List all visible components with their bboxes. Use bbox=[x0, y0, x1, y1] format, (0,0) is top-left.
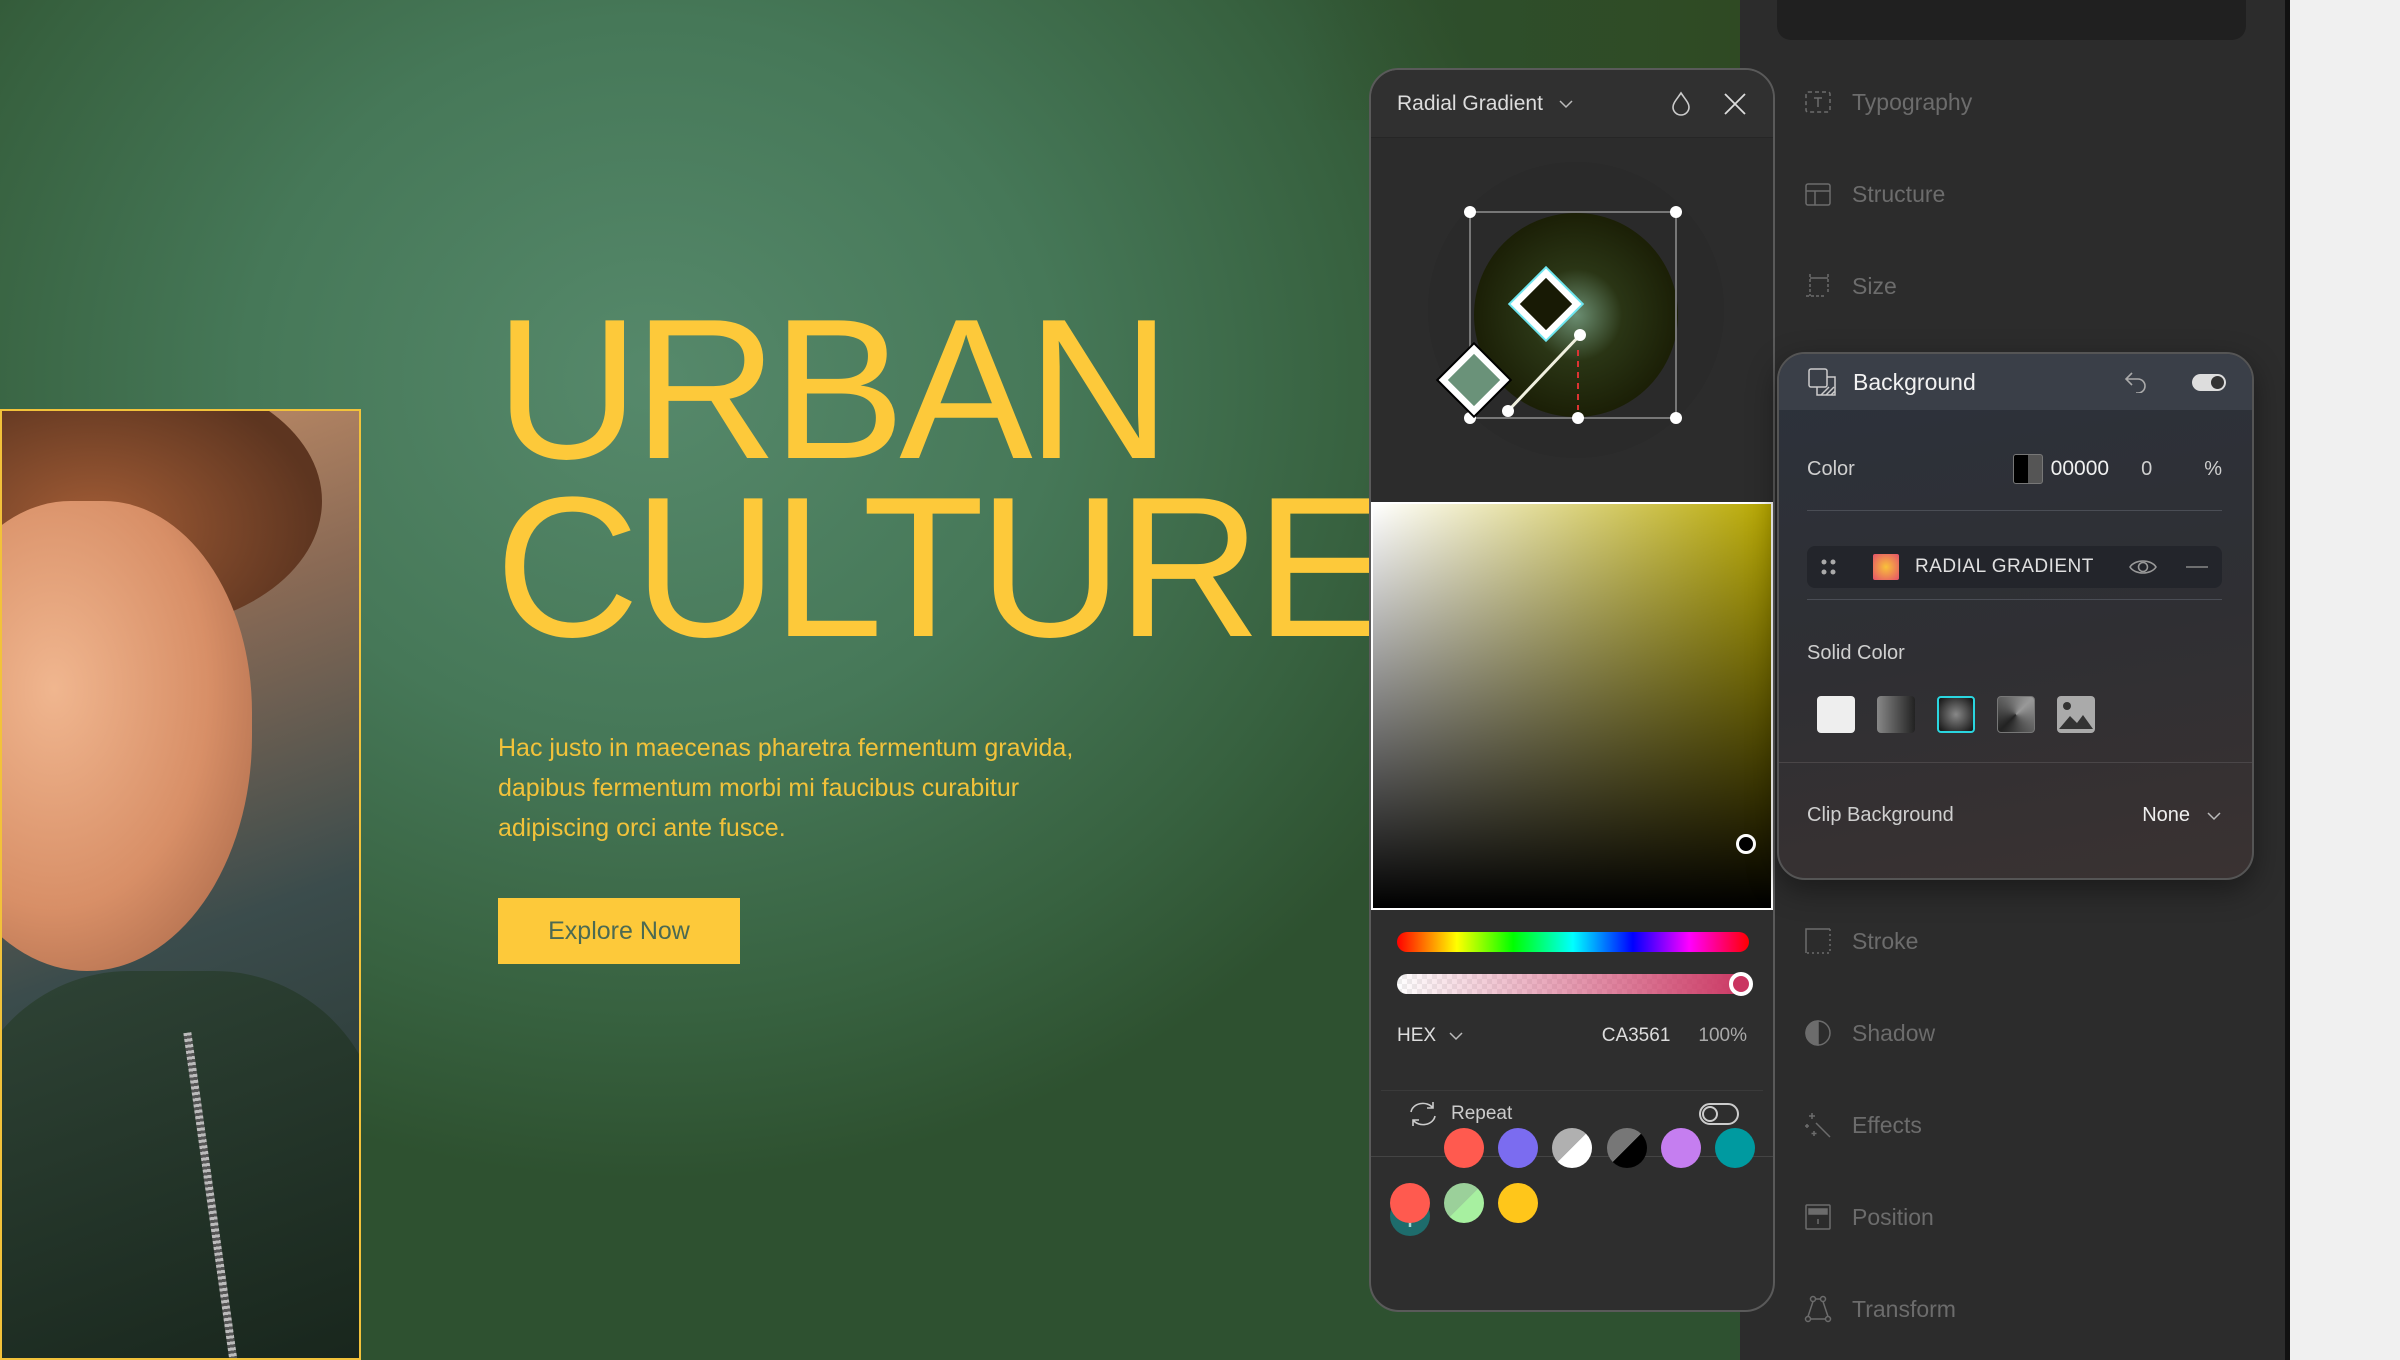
background-panel: Background Color 00000 0 % RADIAL GRADIE… bbox=[1777, 352, 2254, 880]
hero-title-line2: CULTURE bbox=[495, 456, 1389, 679]
image-icon bbox=[2059, 702, 2093, 729]
chevron-down-icon[interactable] bbox=[1557, 98, 1575, 110]
color-opacity-input[interactable]: 0 bbox=[2141, 458, 2152, 481]
divider bbox=[1381, 1090, 1763, 1091]
gradient-picker-panel: Radial Gradient HEX CA3561 100% Repeat bbox=[1369, 68, 1775, 1312]
sidebar-item-label: Effects bbox=[1852, 1111, 1922, 1138]
sidebar-item-label: Shadow bbox=[1852, 1019, 1936, 1046]
color-swatch[interactable] bbox=[1444, 1183, 1484, 1223]
color-swatch[interactable] bbox=[1498, 1128, 1538, 1168]
color-format-dropdown[interactable]: HEX bbox=[1397, 1025, 1436, 1047]
color-swatch[interactable] bbox=[1607, 1128, 1647, 1168]
position-icon bbox=[1805, 1204, 1831, 1230]
clip-background-dropdown[interactable]: None bbox=[2142, 804, 2190, 827]
fill-type-image[interactable] bbox=[2057, 696, 2095, 733]
sidebar-edge bbox=[2285, 0, 2290, 1360]
sidebar-item-stroke[interactable]: Stroke bbox=[1804, 927, 1918, 955]
solid-color-label: Solid Color bbox=[1807, 642, 1905, 664]
hero-paragraph: Hac justo in maecenas pharetra fermentum… bbox=[498, 734, 1074, 842]
saturation-knob[interactable] bbox=[1736, 834, 1756, 854]
sidebar-item-label: Typography bbox=[1852, 88, 1973, 115]
layer-label: RADIAL GRADIENT bbox=[1915, 556, 2094, 577]
fill-type-angular[interactable] bbox=[1997, 696, 2035, 733]
remove-icon[interactable] bbox=[2186, 565, 2208, 569]
background-layers-icon bbox=[1808, 368, 1836, 396]
color-swatch[interactable] bbox=[2012, 454, 2043, 484]
chevron-down-icon[interactable] bbox=[1448, 1031, 1464, 1041]
color-swatch[interactable] bbox=[1661, 1128, 1701, 1168]
eye-icon[interactable] bbox=[2128, 557, 2158, 577]
color-label: Color bbox=[1807, 457, 1855, 480]
sidebar-item-position[interactable]: Position bbox=[1804, 1203, 1934, 1231]
gradient-layer-row[interactable]: RADIAL GRADIENT bbox=[1807, 546, 2222, 588]
sidebar-item-label: Structure bbox=[1852, 180, 1946, 207]
drag-handle-icon[interactable] bbox=[1821, 559, 1837, 575]
gradient-type-dropdown[interactable]: Radial Gradient bbox=[1397, 92, 1543, 116]
portrait-image[interactable] bbox=[0, 409, 361, 1360]
clip-background-label: Clip Background bbox=[1807, 804, 1954, 826]
color-swatch[interactable] bbox=[1444, 1128, 1484, 1168]
divider bbox=[1807, 599, 2222, 600]
undo-icon[interactable] bbox=[2124, 371, 2148, 393]
explore-now-button[interactable]: Explore Now bbox=[498, 898, 740, 964]
structure-icon bbox=[1805, 183, 1831, 206]
shadow-icon bbox=[1805, 1020, 1831, 1046]
panel-title: Background bbox=[1853, 368, 1976, 395]
transform-icon bbox=[1804, 1295, 1832, 1323]
gradient-preview-editor[interactable] bbox=[1371, 138, 1773, 502]
opacity-input[interactable]: 100% bbox=[1698, 1025, 1747, 1047]
color-swatch[interactable] bbox=[1498, 1183, 1538, 1223]
background-enabled-toggle[interactable] bbox=[2192, 373, 2226, 391]
saturation-brightness-picker[interactable] bbox=[1371, 502, 1773, 910]
size-icon bbox=[1806, 274, 1829, 297]
color-swatch[interactable] bbox=[1552, 1128, 1592, 1168]
close-icon[interactable] bbox=[1723, 92, 1747, 116]
magic-wand-icon bbox=[1805, 1113, 1831, 1138]
fill-type-radial[interactable] bbox=[1937, 696, 1975, 733]
fill-type-solid[interactable] bbox=[1817, 696, 1855, 733]
percent-sign: % bbox=[2204, 457, 2222, 480]
color-swatch[interactable] bbox=[1715, 1128, 1755, 1168]
divider bbox=[1779, 762, 2252, 763]
sidebar-item-size[interactable]: Size bbox=[1804, 272, 1897, 300]
alpha-slider-handle[interactable] bbox=[1729, 972, 1753, 996]
alpha-slider[interactable] bbox=[1397, 972, 1753, 996]
sidebar-item-label: Transform bbox=[1852, 1295, 1956, 1322]
repeat-label: Repeat bbox=[1451, 1103, 1513, 1124]
sidebar-item-label: Stroke bbox=[1852, 927, 1919, 954]
color-swatch[interactable] bbox=[1390, 1183, 1430, 1223]
sidebar-item-transform[interactable]: Transform bbox=[1804, 1295, 1956, 1323]
repeat-icon bbox=[1410, 1102, 1436, 1126]
sidebar-item-label: Size bbox=[1852, 272, 1897, 299]
hue-slider[interactable] bbox=[1397, 932, 1749, 952]
gradient-picker-header: Radial Gradient bbox=[1371, 70, 1773, 138]
eyedropper-drop-icon[interactable] bbox=[1669, 91, 1693, 117]
typography-icon bbox=[1805, 91, 1831, 113]
repeat-toggle[interactable] bbox=[1699, 1103, 1739, 1125]
sidebar-item-shadow[interactable]: Shadow bbox=[1804, 1019, 1935, 1047]
chevron-down-icon[interactable] bbox=[2206, 811, 2222, 821]
sidebar-top-box bbox=[1777, 0, 2246, 40]
stroke-icon bbox=[1805, 928, 1831, 954]
fill-type-linear[interactable] bbox=[1877, 696, 1915, 733]
sidebar-item-typography[interactable]: Typography bbox=[1804, 88, 1972, 116]
sidebar-item-structure[interactable]: Structure bbox=[1804, 180, 1945, 208]
sidebar-item-effects[interactable]: Effects bbox=[1804, 1111, 1922, 1139]
hex-value-input[interactable]: CA3561 bbox=[1602, 1025, 1671, 1047]
radial-gradient-thumbnail bbox=[1873, 554, 1899, 580]
color-hex-input[interactable]: 00000 bbox=[2051, 457, 2109, 481]
sidebar-item-label: Position bbox=[1852, 1203, 1934, 1230]
divider bbox=[1807, 510, 2222, 511]
